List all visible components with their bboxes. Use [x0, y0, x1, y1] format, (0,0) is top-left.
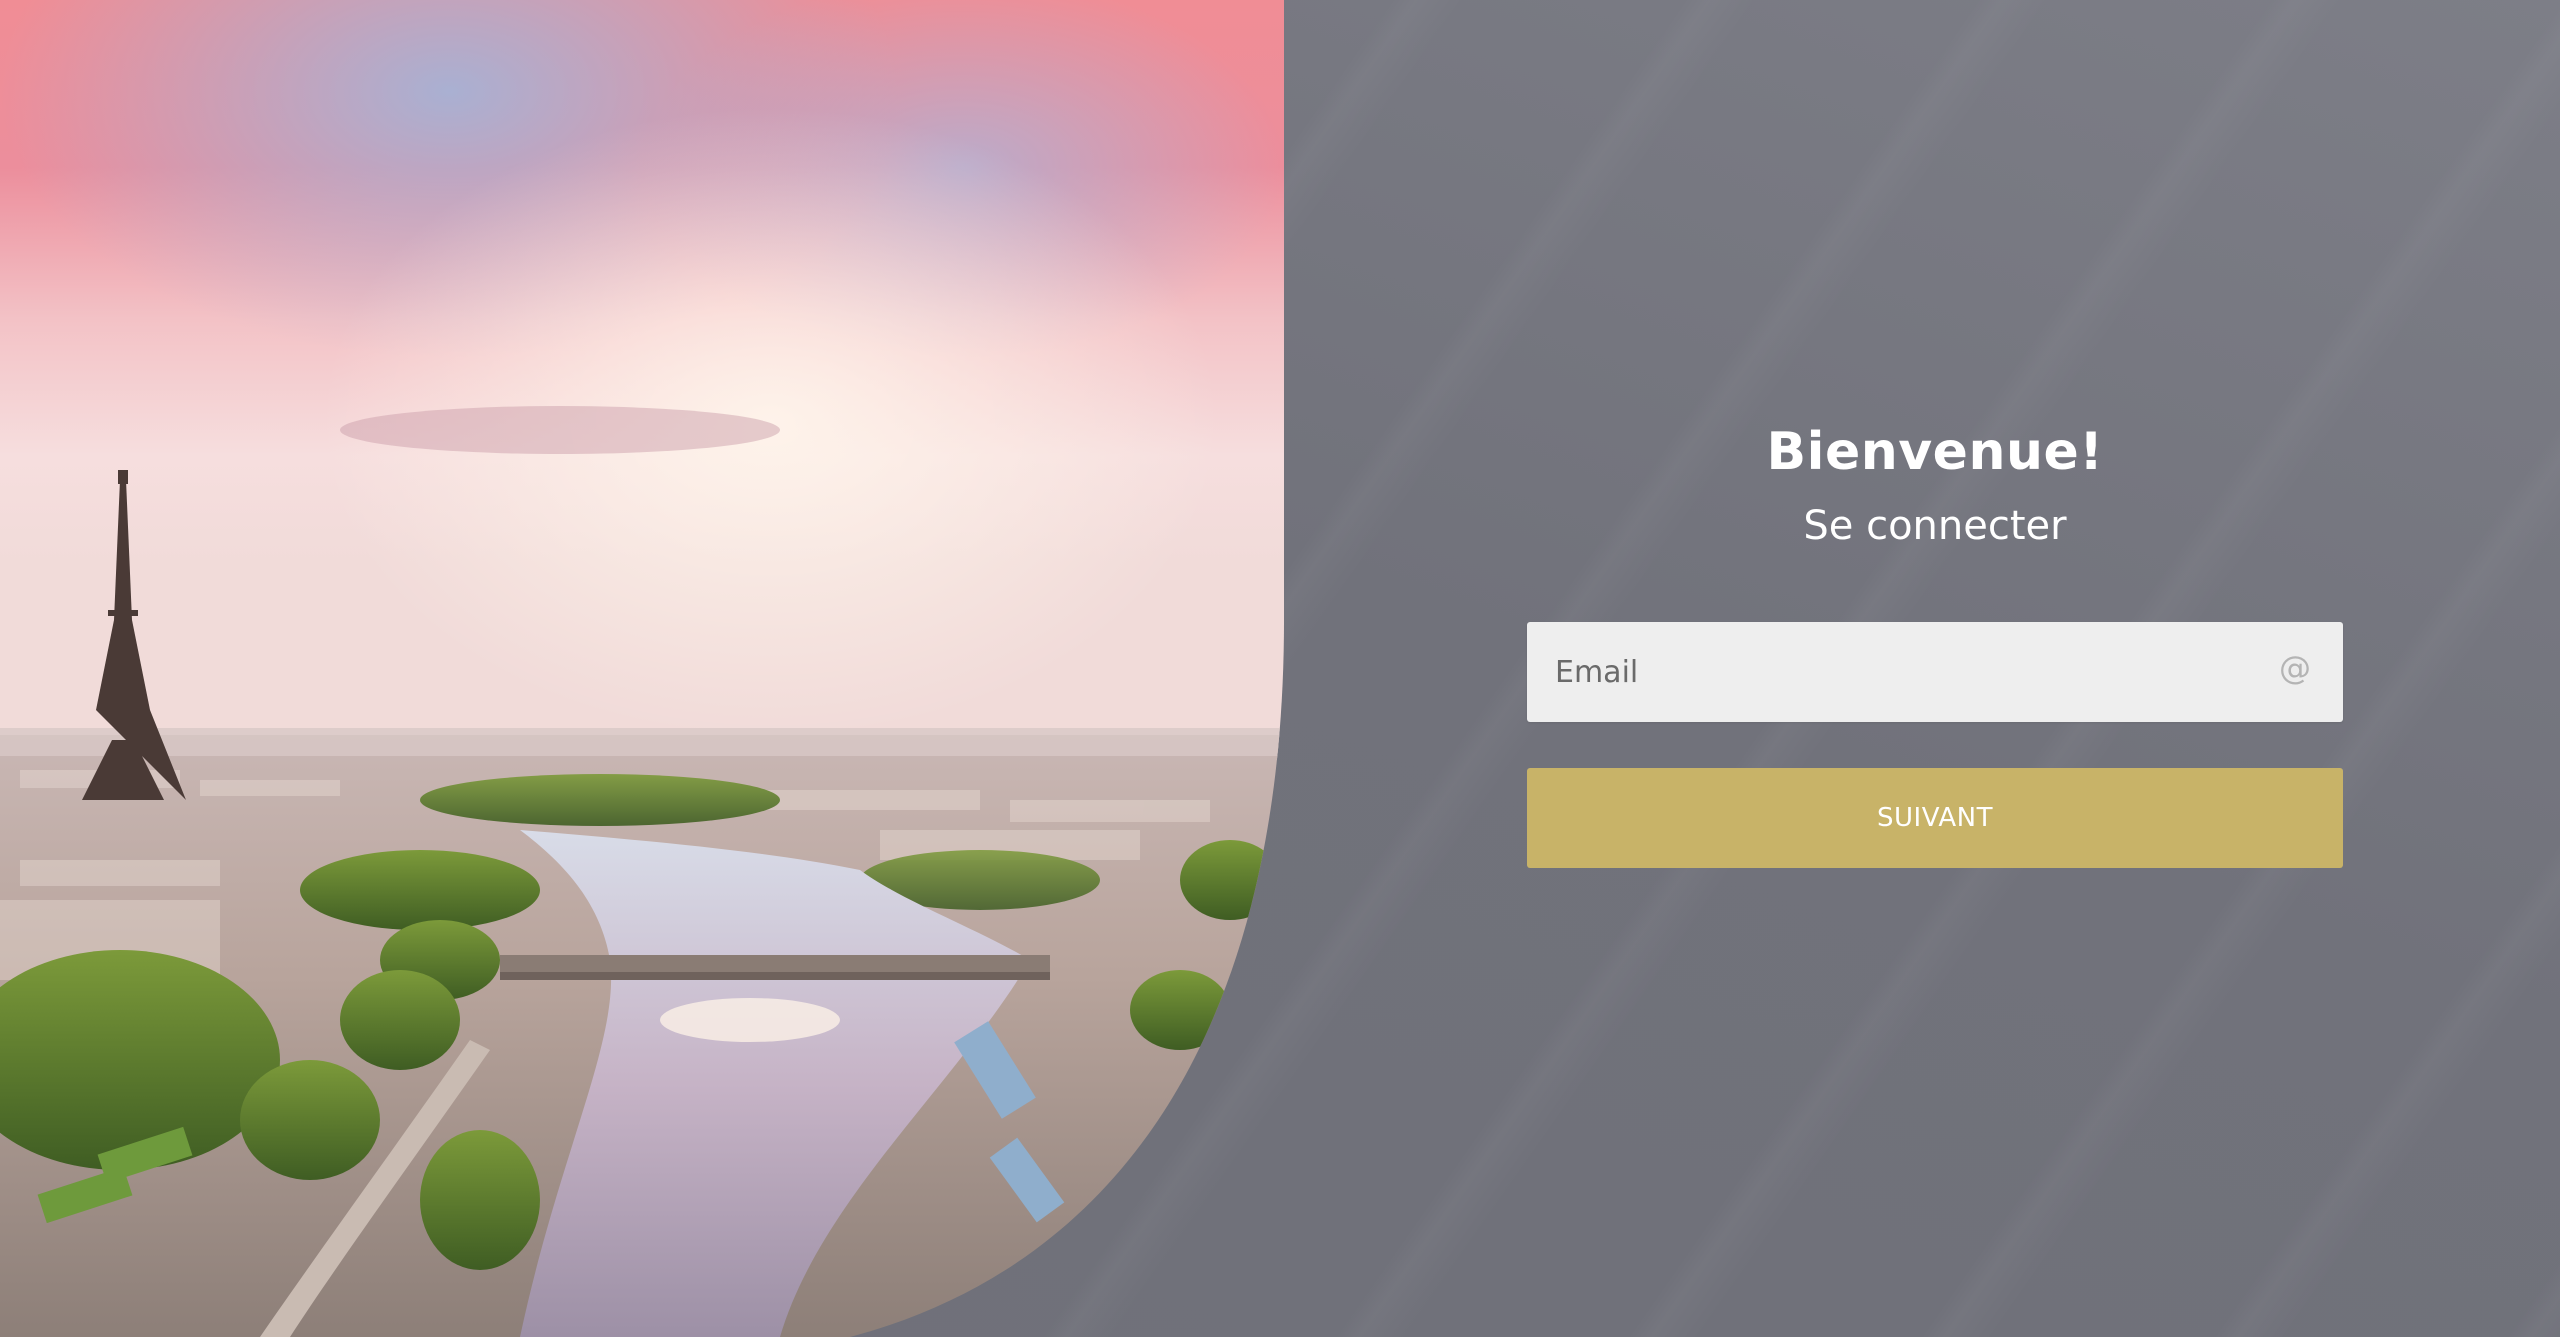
- welcome-title: Bienvenue!: [1766, 422, 2104, 482]
- email-input[interactable]: [1527, 622, 2343, 722]
- login-panel: Bienvenue! Se connecter @ SUIVANT: [1527, 420, 2343, 868]
- login-page: Bienvenue! Se connecter @ SUIVANT: [0, 0, 2560, 1337]
- at-sign-icon: @: [2279, 649, 2311, 687]
- email-field: @: [1527, 622, 2343, 722]
- login-subtitle: Se connecter: [1803, 503, 2067, 549]
- next-button[interactable]: SUIVANT: [1527, 768, 2343, 868]
